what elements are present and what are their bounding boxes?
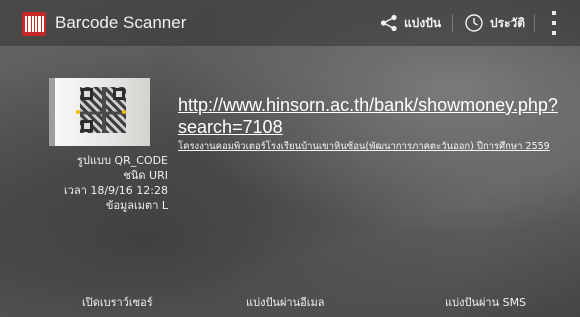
format-line: รูปแบบ QR_CODE [76, 154, 168, 167]
overflow-menu-icon[interactable] [550, 11, 558, 35]
clock-icon [465, 14, 483, 32]
action-bar: Barcode Scanner แบ่งปัน ประวัติ [0, 0, 580, 46]
history-button[interactable]: ประวัติ [464, 8, 525, 38]
share-sms-button[interactable]: แบ่งปันผ่าน SMS [445, 293, 526, 311]
barcode-app-icon [22, 12, 46, 36]
app-title: Barcode Scanner [55, 13, 187, 32]
share-icon [380, 14, 397, 32]
time-line: เวลา 18/9/16 12:28 [64, 184, 168, 197]
action-divider [534, 14, 535, 32]
history-label: ประวัติ [490, 15, 526, 30]
share-button[interactable]: แบ่งปัน [380, 8, 441, 38]
open-browser-button[interactable]: เปิดเบราว์เซอร์ [82, 293, 153, 311]
share-email-button[interactable]: แบ่งปันผ่านอีเมล [246, 293, 324, 311]
metadata-line: ข้อมูลเมตา L [105, 199, 168, 212]
result-description[interactable]: โครงงานคอมพิวเตอร์โรงเรียนบ้านเขาหินซ้อน… [178, 140, 568, 153]
bottom-action-bar: เปิดเบราว์เซอร์ แบ่งปันผ่านอีเมล แบ่งปัน… [0, 287, 580, 317]
share-label: แบ่งปัน [404, 15, 442, 30]
detection-marker [76, 110, 126, 114]
scanner-screen: Barcode Scanner แบ่งปัน ประวัติ รูปแบบ Q… [0, 0, 580, 317]
type-line: ชนิด URI [123, 169, 168, 182]
action-divider [452, 14, 453, 32]
result-url-link[interactable]: http://www.hinsorn.ac.th/bank/showmoney.… [178, 94, 558, 138]
barcode-thumbnail [49, 78, 150, 146]
barcode-metadata: รูปแบบ QR_CODE ชนิด URI เวลา 18/9/16 12:… [64, 153, 168, 213]
